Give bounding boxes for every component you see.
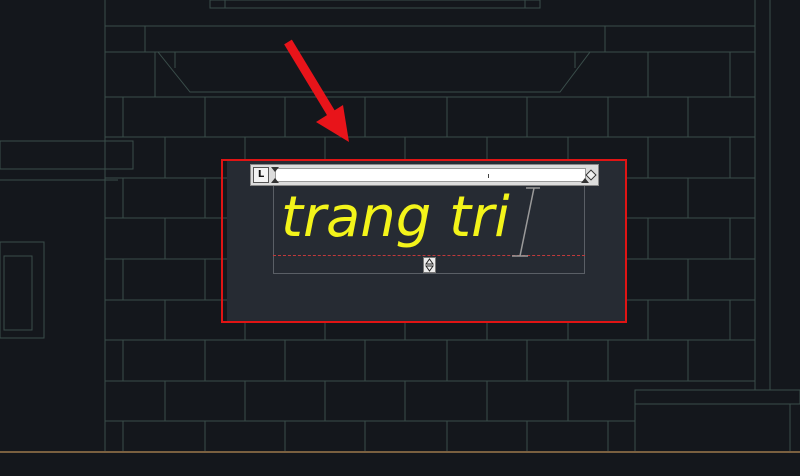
red-arrow-icon bbox=[284, 39, 349, 142]
ground-line bbox=[0, 451, 800, 453]
